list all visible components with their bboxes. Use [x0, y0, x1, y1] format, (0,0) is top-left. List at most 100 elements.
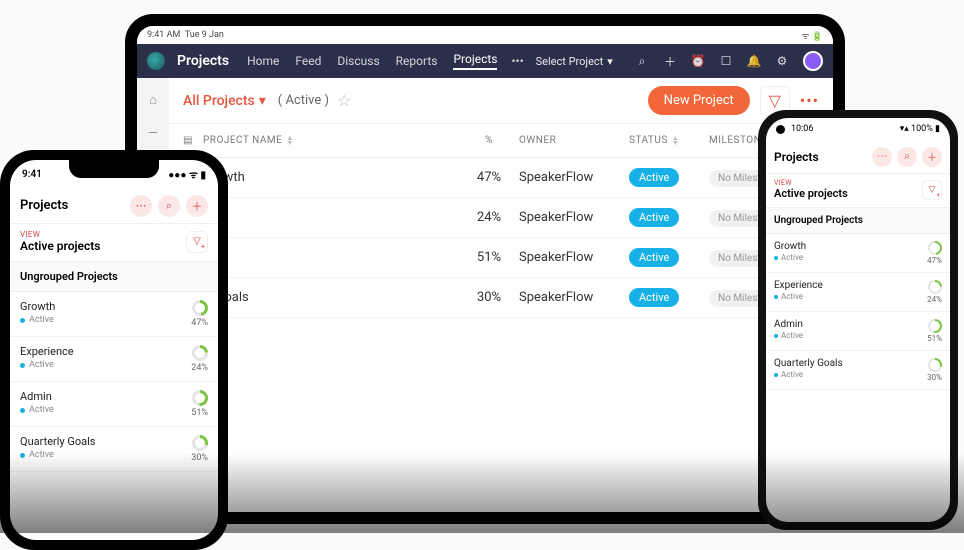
- all-projects-dropdown[interactable]: All Projects▾: [183, 93, 266, 109]
- item-name: Quarterly Goals: [774, 358, 843, 369]
- phone-right-time: 10:06: [791, 124, 813, 134]
- cell-percent: 30%: [459, 290, 519, 305]
- status-dot-icon: [20, 318, 25, 323]
- table-row[interactable]: ly Goals 30% SpeakerFlow Active No Miles…: [169, 278, 833, 318]
- nav-reports[interactable]: Reports: [396, 54, 438, 68]
- topnav-links: Home Feed Discuss Reports Projects: [247, 52, 497, 70]
- gear-icon[interactable]: ⚙: [775, 54, 789, 68]
- phone-left-group-header: Ungrouped Projects: [10, 262, 218, 292]
- cell-owner: SpeakerFlow: [519, 170, 629, 185]
- phone-right-group-header: Ungrouped Projects: [766, 208, 950, 234]
- cell-name: ly Goals: [203, 290, 459, 305]
- col-percent[interactable]: %: [459, 135, 519, 146]
- nav-discuss[interactable]: Discuss: [337, 54, 379, 68]
- status-badge: Active: [629, 288, 679, 307]
- user-avatar[interactable]: [803, 51, 823, 71]
- list-item[interactable]: Experience Active 24%: [766, 273, 950, 312]
- item-name: Experience: [20, 345, 74, 358]
- bottom-fade: [0, 453, 964, 533]
- item-name: Admin: [20, 390, 54, 403]
- item-status: Active: [29, 360, 54, 370]
- new-project-button[interactable]: New Project: [648, 86, 750, 115]
- star-icon[interactable]: ☆: [337, 91, 351, 110]
- filter-icon[interactable]: ▽+: [186, 231, 208, 253]
- nav-feed[interactable]: Feed: [295, 54, 321, 68]
- select-project-dropdown[interactable]: Select Project ▾: [536, 55, 613, 68]
- nav-home[interactable]: Home: [247, 54, 279, 68]
- more-button[interactable]: ⋯: [872, 147, 892, 167]
- item-percent: 47%: [927, 256, 942, 265]
- add-button[interactable]: ＋: [186, 195, 208, 217]
- tablet-status-time: 9:41 AM Tue 9 Jan: [147, 30, 224, 40]
- item-name: Quarterly Goals: [20, 435, 95, 448]
- tablet-status-bar: 9:41 AM Tue 9 Jan ᯤ 🔋: [137, 26, 833, 44]
- item-status: Active: [781, 253, 803, 262]
- progress-ring-icon: [192, 435, 208, 451]
- plus-icon[interactable]: ＋: [663, 54, 677, 68]
- search-button[interactable]: ⌕: [158, 195, 180, 217]
- progress-ring-icon: [928, 241, 942, 255]
- item-percent: 51%: [191, 408, 208, 418]
- table-row[interactable]: 51% SpeakerFlow Active No Milestones: [169, 238, 833, 278]
- cell-name: Growth: [203, 170, 459, 185]
- item-percent: 24%: [927, 295, 942, 304]
- cell-name: nce: [203, 210, 459, 225]
- progress-ring-icon: [928, 280, 942, 294]
- phone-left-view-row[interactable]: VIEW Active projects ▽+: [10, 224, 218, 262]
- phone-right-header: Projects ⋯ ⌕ ＋: [766, 140, 950, 174]
- chevron-down-icon: ▾: [259, 93, 266, 109]
- item-status: Active: [29, 405, 54, 415]
- box-icon[interactable]: ☐: [719, 54, 733, 68]
- add-button[interactable]: ＋: [922, 147, 942, 167]
- view-name: Active projects: [20, 239, 100, 253]
- list-item[interactable]: Admin Active 51%: [10, 382, 218, 427]
- status-dot-icon: [20, 408, 25, 413]
- list-item[interactable]: Admin Active 51%: [766, 312, 950, 351]
- layout-icon[interactable]: ▤: [183, 135, 203, 146]
- app-logo-icon[interactable]: [147, 52, 165, 70]
- search-icon[interactable]: ⌕: [635, 54, 649, 68]
- filter-icon[interactable]: ▽+: [922, 180, 942, 200]
- cell-percent: 51%: [459, 250, 519, 265]
- cell-owner: SpeakerFlow: [519, 210, 629, 225]
- more-actions-icon[interactable]: •••: [800, 91, 819, 110]
- more-nav-icon[interactable]: •••: [511, 54, 523, 68]
- tablet-toolbar: All Projects▾ ( Active ) ☆ New Project ▽…: [169, 78, 833, 124]
- item-status: Active: [29, 315, 54, 325]
- item-percent: 47%: [191, 318, 208, 328]
- col-project-name[interactable]: PROJECT NAME ▲▼: [203, 135, 459, 146]
- item-percent: 24%: [191, 363, 208, 373]
- rail-home-icon[interactable]: ⌂: [149, 92, 157, 108]
- table-row[interactable]: nce 24% SpeakerFlow Active No Milestones: [169, 198, 833, 238]
- status-dot-icon: [774, 256, 778, 260]
- view-name: Active projects: [774, 187, 848, 200]
- phone-left-title: Projects: [20, 198, 68, 213]
- col-status[interactable]: STATUS ▲▼: [629, 135, 709, 146]
- sort-icon: ▲▼: [672, 136, 679, 146]
- list-item[interactable]: Growth Active 47%: [10, 292, 218, 337]
- phone-right-view-row[interactable]: VIEW Active projects ▽+: [766, 174, 950, 208]
- phone-right-indicators: ▾▴ 100% ▮: [900, 124, 940, 134]
- rail-divider: —: [148, 126, 158, 141]
- list-item[interactable]: Growth Active 47%: [766, 234, 950, 273]
- alarm-icon[interactable]: ⏰: [691, 54, 705, 68]
- more-button[interactable]: ⋯: [130, 195, 152, 217]
- tablet-body: ⌂ — ◎ All Projects▾ ( Active ) ☆ New Pro…: [137, 78, 833, 512]
- progress-ring-icon: [192, 345, 208, 361]
- nav-projects[interactable]: Projects: [453, 52, 497, 70]
- tablet-main: All Projects▾ ( Active ) ☆ New Project ▽…: [169, 78, 833, 512]
- status-filter-label: ( Active ): [278, 93, 329, 108]
- camera-hole-icon: [776, 125, 785, 134]
- status-dot-icon: [20, 363, 25, 368]
- list-item[interactable]: Experience Active 24%: [10, 337, 218, 382]
- list-item[interactable]: Quarterly Goals Active 30%: [766, 351, 950, 390]
- item-status: Active: [781, 370, 803, 379]
- tablet-topnav: Projects Home Feed Discuss Reports Proje…: [137, 44, 833, 78]
- item-status: Active: [781, 292, 803, 301]
- table-row[interactable]: ▸ Growth 47% SpeakerFlow Active No Miles…: [169, 158, 833, 198]
- col-owner[interactable]: OWNER: [519, 135, 629, 146]
- search-button[interactable]: ⌕: [897, 147, 917, 167]
- item-status: Active: [781, 331, 803, 340]
- tablet-screen: 9:41 AM Tue 9 Jan ᯤ 🔋 Projects Home Feed…: [137, 26, 833, 512]
- bell-icon[interactable]: 🔔: [747, 54, 761, 68]
